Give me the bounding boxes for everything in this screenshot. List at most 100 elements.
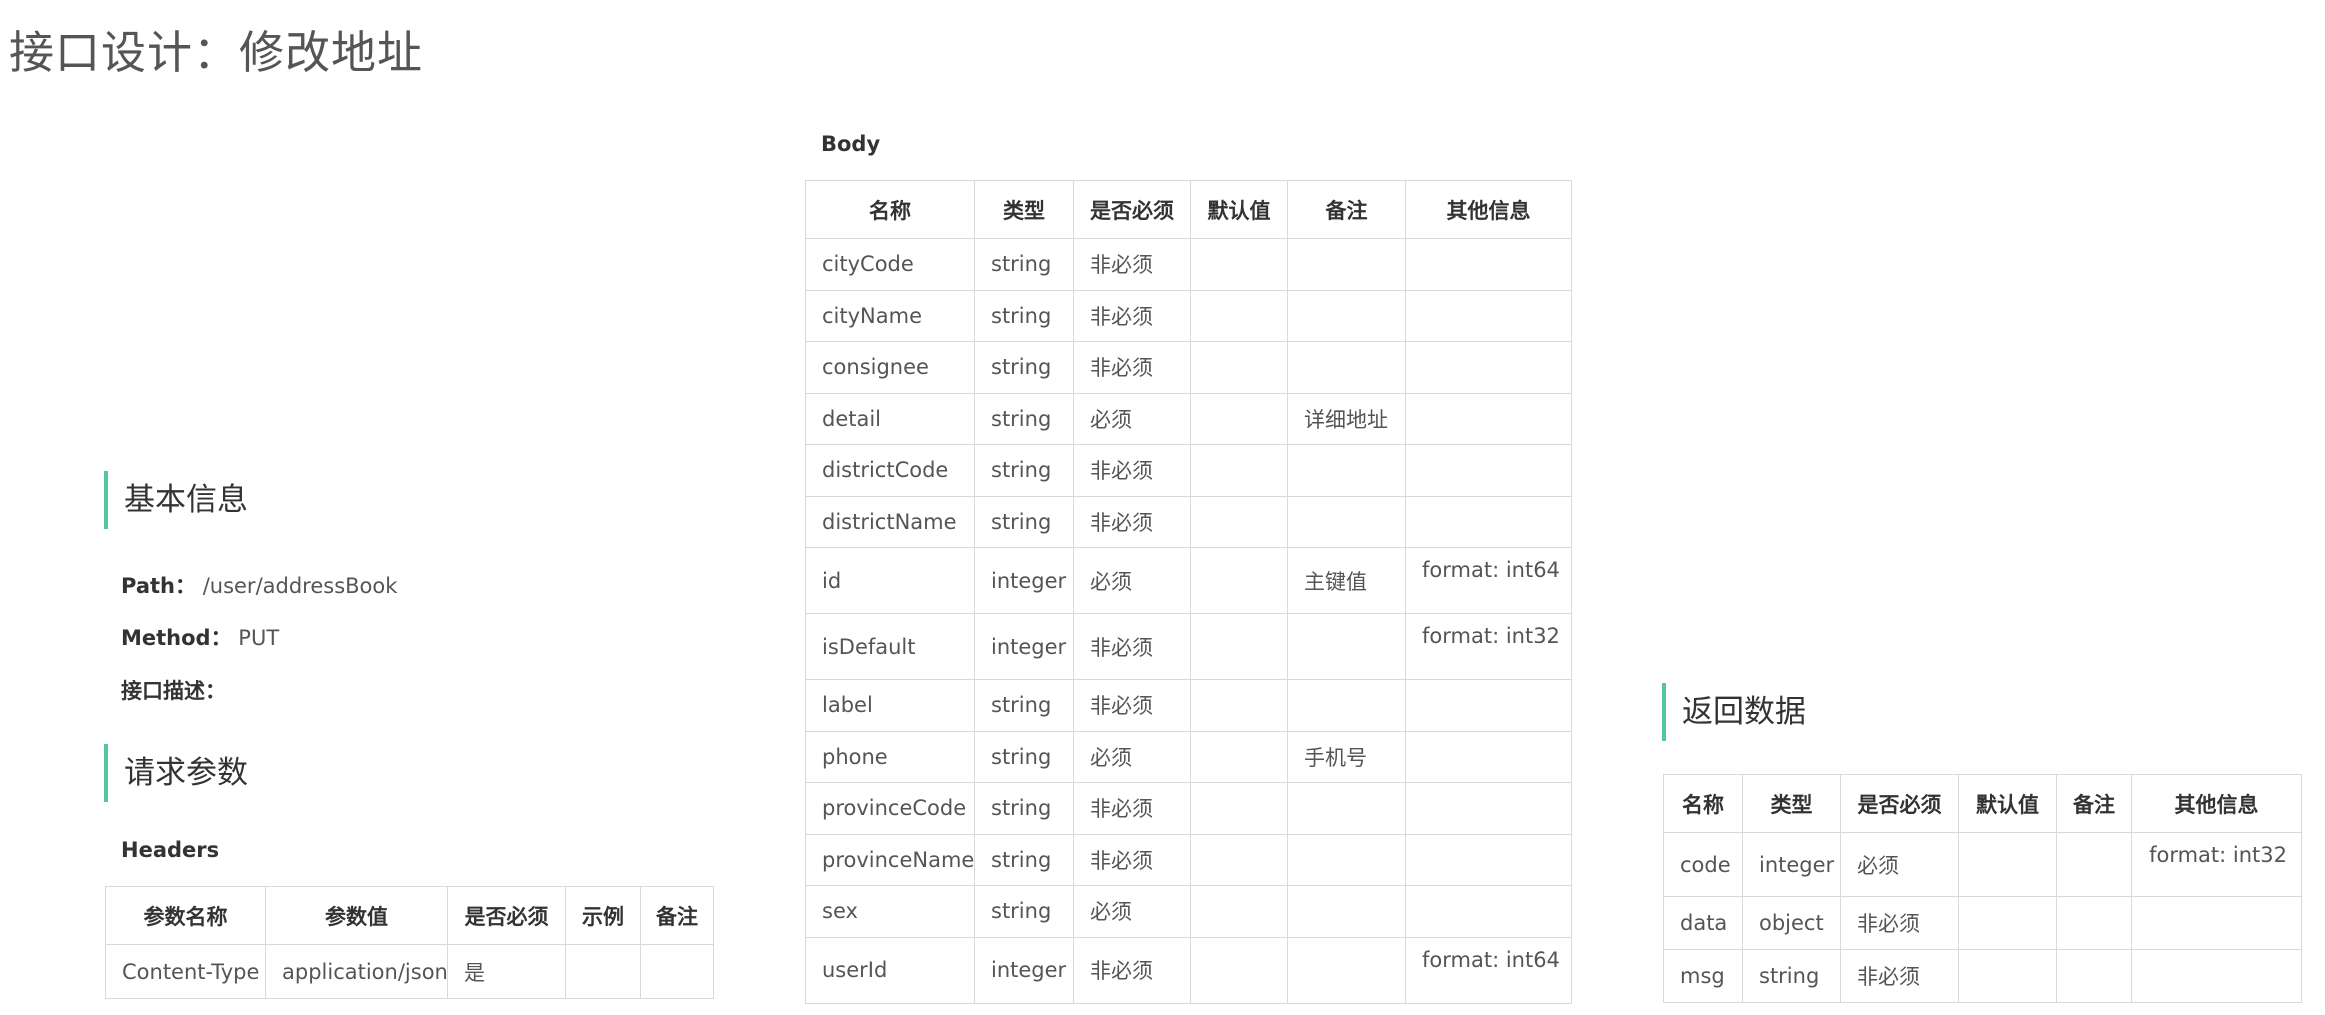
path-info: Path： /user/addressBook xyxy=(121,570,397,600)
table-cell xyxy=(1405,885,1572,938)
table-cell: string xyxy=(974,730,1074,783)
table-cell: label xyxy=(805,679,975,732)
table-cell: integer xyxy=(974,547,1074,614)
table-cell: provinceCode xyxy=(805,782,975,835)
table-cell: string xyxy=(974,495,1074,548)
table-row: phone string 必须 手机号 xyxy=(805,730,1572,783)
table-cell: 主键值 xyxy=(1287,547,1406,614)
headers-label: Headers xyxy=(121,838,220,862)
table-row: code integer 必须 format: int32 xyxy=(1663,832,2302,897)
table-cell xyxy=(1190,730,1288,783)
table-cell xyxy=(2131,949,2302,1003)
table-cell: cityName xyxy=(805,289,975,342)
table-row: districtCode string 非必须 xyxy=(805,444,1572,497)
table-cell: 非必须 xyxy=(1073,238,1191,291)
body-table-header: 名称 类型 是否必须 默认值 备注 其他信息 xyxy=(805,180,1572,239)
column-header: 备注 xyxy=(1287,180,1406,239)
path-label: Path： xyxy=(121,574,196,598)
column-header: 备注 xyxy=(640,886,714,945)
table-cell: 必须 xyxy=(1073,885,1191,938)
table-cell: 手机号 xyxy=(1287,730,1406,783)
table-cell: 非必须 xyxy=(1073,782,1191,835)
table-cell: string xyxy=(974,833,1074,886)
table-cell: 详细地址 xyxy=(1287,392,1406,445)
table-cell: 必须 xyxy=(1073,730,1191,783)
table-cell xyxy=(1190,341,1288,394)
table-cell xyxy=(2056,896,2132,950)
table-row: userId integer 非必须 format: int64 xyxy=(805,936,1572,1004)
table-cell: Content-Type xyxy=(105,944,266,999)
table-cell: integer xyxy=(1742,832,1841,897)
column-header: 示例 xyxy=(565,886,641,945)
column-header: 是否必须 xyxy=(1073,180,1191,239)
table-cell: phone xyxy=(805,730,975,783)
column-header: 类型 xyxy=(974,180,1074,239)
table-cell: string xyxy=(974,444,1074,497)
table-cell xyxy=(1287,833,1406,886)
table-cell xyxy=(1190,679,1288,732)
table-row: detail string 必须 详细地址 xyxy=(805,392,1572,445)
column-header: 其他信息 xyxy=(1405,180,1572,239)
column-header: 名称 xyxy=(805,180,975,239)
table-row: label string 非必须 xyxy=(805,679,1572,732)
response-table-header: 名称 类型 是否必须 默认值 备注 其他信息 xyxy=(1663,774,2302,833)
table-cell: string xyxy=(974,885,1074,938)
page-title: 接口设计：修改地址 xyxy=(9,26,424,79)
table-cell: string xyxy=(974,392,1074,445)
table-cell xyxy=(1190,613,1288,680)
table-cell: 必须 xyxy=(1840,832,1959,897)
table-cell xyxy=(1287,679,1406,732)
table-cell: userId xyxy=(805,936,975,1004)
table-cell xyxy=(1405,289,1572,342)
table-cell xyxy=(1405,238,1572,291)
table-cell: 非必须 xyxy=(1840,896,1959,950)
table-cell xyxy=(1190,392,1288,445)
body-table: 名称 类型 是否必须 默认值 备注 其他信息 cityCode string 非必须 cityN… xyxy=(805,180,1572,1004)
response-table: 名称 类型 是否必须 默认值 备注 其他信息 code integer 必须 format: i… xyxy=(1663,774,2302,1003)
description-info: 接口描述： xyxy=(121,675,226,705)
table-row: Content-Type application/json 是 xyxy=(105,944,714,999)
table-cell: 非必须 xyxy=(1073,444,1191,497)
table-cell: integer xyxy=(974,613,1074,680)
table-cell xyxy=(1405,444,1572,497)
table-cell: 非必须 xyxy=(1073,289,1191,342)
table-cell xyxy=(1405,341,1572,394)
table-cell xyxy=(640,944,714,999)
table-cell: isDefault xyxy=(805,613,975,680)
table-cell: format: int64 xyxy=(1405,547,1572,614)
table-cell xyxy=(1405,495,1572,548)
table-cell: string xyxy=(1742,949,1841,1003)
table-cell xyxy=(1405,833,1572,886)
table-cell: 非必须 xyxy=(1073,679,1191,732)
column-header: 默认值 xyxy=(1190,180,1288,239)
table-cell xyxy=(1287,341,1406,394)
table-cell xyxy=(1287,289,1406,342)
table-cell xyxy=(1405,782,1572,835)
table-cell: districtName xyxy=(805,495,975,548)
table-cell xyxy=(1190,547,1288,614)
table-cell: code xyxy=(1663,832,1743,897)
column-header: 其他信息 xyxy=(2131,774,2302,833)
table-cell: format: int32 xyxy=(2131,832,2302,897)
table-cell: application/json xyxy=(265,944,448,999)
table-cell xyxy=(1958,896,2057,950)
table-cell xyxy=(1405,679,1572,732)
table-cell xyxy=(1190,238,1288,291)
table-cell xyxy=(1287,936,1406,1004)
column-header: 参数值 xyxy=(265,886,448,945)
table-cell: 非必须 xyxy=(1073,495,1191,548)
table-cell xyxy=(1287,613,1406,680)
table-cell: format: int64 xyxy=(1405,936,1572,1004)
column-header: 是否必须 xyxy=(1840,774,1959,833)
column-header: 名称 xyxy=(1663,774,1743,833)
table-row: cityName string 非必须 xyxy=(805,289,1572,342)
table-cell xyxy=(1190,782,1288,835)
table-cell xyxy=(1287,495,1406,548)
column-header: 参数名称 xyxy=(105,886,266,945)
table-cell xyxy=(1287,444,1406,497)
table-cell xyxy=(1190,936,1288,1004)
headers-table-header: 参数名称 参数值 是否必须 示例 备注 xyxy=(105,886,714,945)
headers-table: 参数名称 参数值 是否必须 示例 备注 Content-Type application/… xyxy=(105,886,714,999)
table-row: sex string 必须 xyxy=(805,885,1572,938)
table-cell: msg xyxy=(1663,949,1743,1003)
